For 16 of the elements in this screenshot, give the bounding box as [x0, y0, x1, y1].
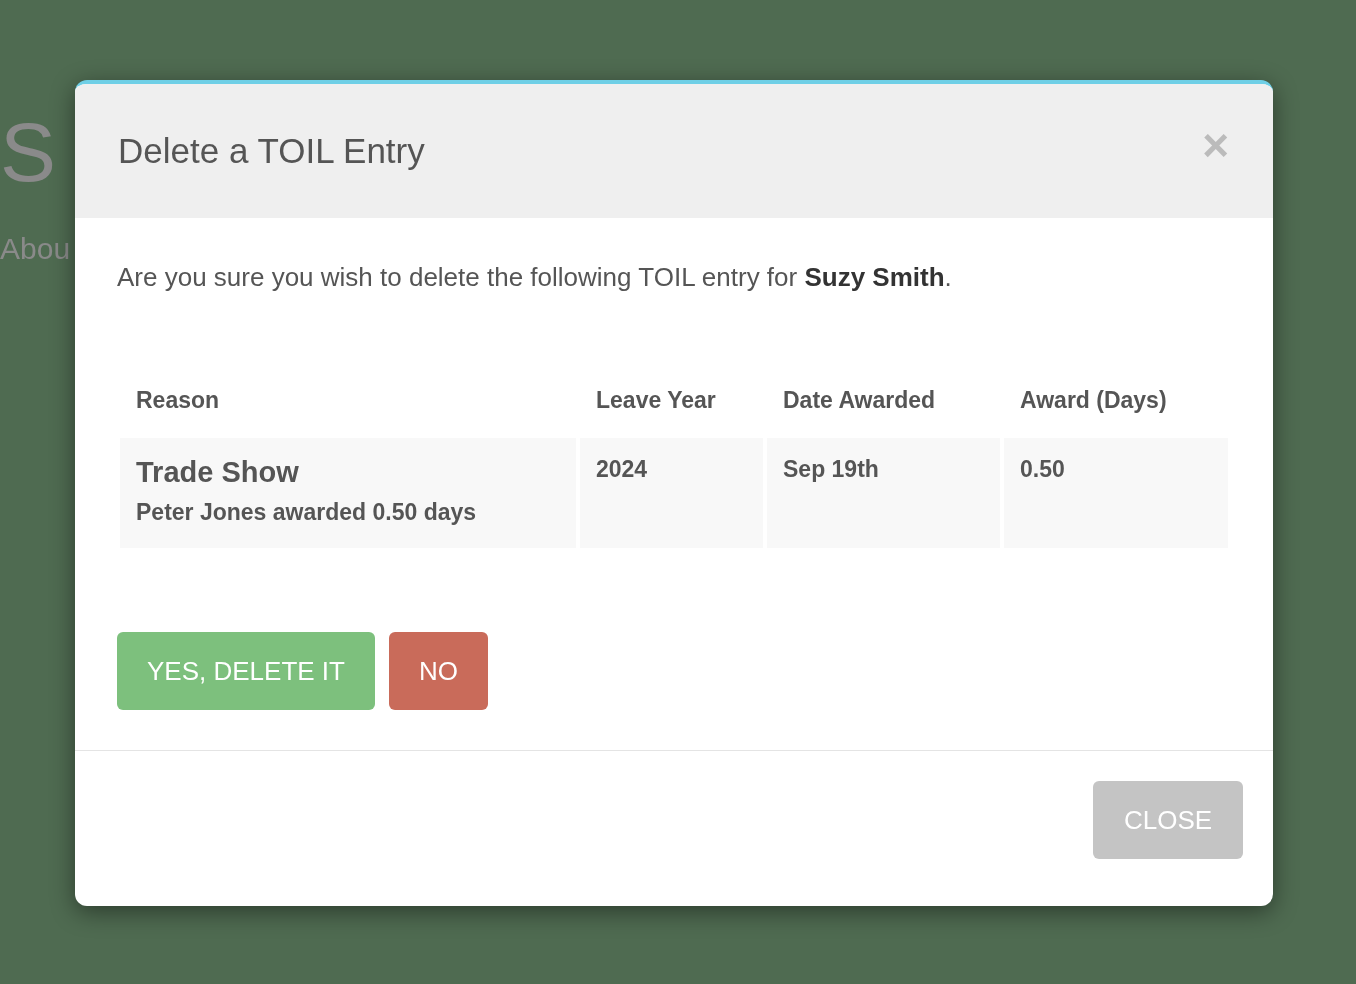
reason-title: Trade Show — [136, 456, 300, 489]
modal-title: Delete a TOIL Entry — [118, 131, 425, 171]
cell-text: 0.50 — [1020, 456, 1066, 483]
column-header: Reason — [135, 386, 221, 415]
column-header: Date Awarded — [782, 386, 937, 415]
cell-text: 2024 — [596, 456, 649, 483]
page-subtitle: Abou — [0, 232, 71, 266]
cell-text: Sep 19th — [783, 456, 880, 483]
page-title: S — [0, 104, 57, 201]
column-header: Award (Days) — [1019, 386, 1168, 415]
column-header: Leave Year — [595, 386, 717, 415]
reason-note: Peter Jones awarded 0.50 days — [136, 499, 478, 526]
confirm-message: Are you sure you wish to delete the following TOIL entry for Suzy Smith. — [117, 262, 953, 293]
close-button[interactable]: CLOSE — [1093, 781, 1243, 859]
cancel-button[interactable]: NO — [388, 632, 488, 710]
confirm-button[interactable]: YES, DELETE IT — [117, 632, 375, 710]
